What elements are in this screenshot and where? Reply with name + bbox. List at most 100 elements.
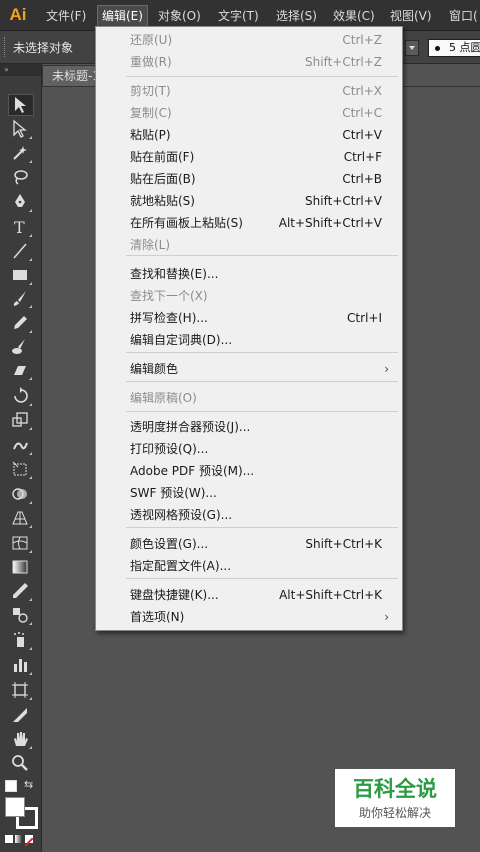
flyout-indicator-icon — [29, 209, 32, 212]
flyout-indicator-icon — [29, 746, 32, 749]
artboard-tool[interactable] — [8, 680, 32, 700]
default-colors-icon[interactable] — [5, 780, 17, 792]
color-mode-button[interactable] — [5, 835, 13, 843]
menu-separator — [126, 411, 398, 412]
menu-item-8[interactable]: 在所有画板上粘贴(S) Alt+Shift+Ctrl+V — [96, 212, 402, 234]
warp-tool[interactable] — [8, 435, 32, 455]
svg-text:T: T — [14, 218, 25, 237]
menu-item-label: 编辑颜色 — [130, 362, 179, 376]
stroke-profile-label: 5 点圆 — [449, 41, 480, 54]
menu-item-label: 重做(R) — [130, 55, 172, 69]
fill-swatch[interactable] — [5, 797, 25, 817]
stroke-dropdown-button[interactable] — [405, 40, 419, 56]
app-logo: Ai — [9, 5, 27, 24]
slice-icon — [13, 708, 27, 722]
menu-item-10[interactable]: 查找和替换(E)... — [96, 263, 402, 285]
menu-select[interactable]: 选择(S) — [276, 6, 317, 26]
direct-selection-icon — [13, 119, 27, 138]
gradient-mode-button[interactable] — [15, 835, 23, 843]
hand-tool[interactable] — [8, 729, 32, 749]
menu-item-16[interactable]: 透明度拼合器预设(J)... — [96, 416, 402, 438]
swap-colors-icon[interactable]: ⇆ — [24, 778, 33, 791]
menu-type[interactable]: 文字(T) — [218, 6, 259, 26]
menu-item-13[interactable]: 编辑自定词典(D)... — [96, 329, 402, 351]
free-transform-tool[interactable] — [8, 459, 32, 479]
type-tool[interactable]: T — [8, 217, 32, 237]
selection-tool[interactable] — [8, 94, 34, 116]
tools-panel: » T ⇆ — [0, 64, 42, 852]
magic-wand-tool[interactable] — [8, 143, 32, 163]
menu-item-21[interactable]: 颜色设置(G)... Shift+Ctrl+K — [96, 533, 402, 555]
menu-item-22[interactable]: 指定配置文件(A)... — [96, 555, 402, 577]
slice-tool[interactable] — [8, 705, 32, 725]
menu-item-label: 首选项(N) — [130, 610, 185, 624]
magic-wand-icon — [13, 146, 27, 160]
direct-selection-tool[interactable] — [8, 119, 32, 139]
menu-item-12[interactable]: 拼写检查(H)... Ctrl+I — [96, 307, 402, 329]
gradient-tool[interactable] — [8, 557, 32, 577]
perspective-grid-tool[interactable] — [8, 508, 32, 528]
flyout-indicator-icon — [29, 501, 32, 504]
menu-item-14[interactable]: 编辑颜色 › — [96, 358, 402, 380]
menu-item-label: 清除(L) — [130, 238, 171, 252]
menu-effect[interactable]: 效果(C) — [333, 6, 375, 26]
pencil-tool[interactable] — [8, 313, 32, 333]
zoom-tool[interactable] — [8, 753, 32, 773]
menu-item-7[interactable]: 就地粘贴(S) Shift+Ctrl+V — [96, 190, 402, 212]
scale-tool[interactable] — [8, 410, 32, 430]
rotate-tool[interactable] — [8, 386, 32, 406]
artboard-icon — [12, 682, 28, 698]
column-graph-tool[interactable] — [8, 655, 32, 675]
symbol-sprayer-tool[interactable] — [8, 630, 32, 650]
rectangle-tool[interactable] — [8, 265, 32, 285]
eyedropper-tool[interactable] — [8, 581, 32, 601]
flyout-indicator-icon — [29, 160, 32, 163]
menu-item-23[interactable]: 键盘快捷键(K)... Alt+Shift+Ctrl+K — [96, 584, 402, 606]
menu-item-4[interactable]: 粘贴(P) Ctrl+V — [96, 124, 402, 146]
pen-icon — [15, 194, 25, 207]
menu-edit[interactable]: 编辑(E) — [97, 5, 148, 26]
menu-item-6[interactable]: 贴在后面(B) Ctrl+B — [96, 168, 402, 190]
menu-item-5[interactable]: 贴在前面(F) Ctrl+F — [96, 146, 402, 168]
blob-brush-tool[interactable] — [8, 336, 32, 356]
menu-object[interactable]: 对象(O) — [158, 6, 201, 26]
menu-item-shortcut: Ctrl+B — [342, 172, 382, 186]
menu-item-11: 查找下一个(X) — [96, 285, 402, 307]
selection-icon — [15, 97, 26, 113]
blend-tool[interactable] — [8, 605, 32, 625]
none-mode-button[interactable] — [24, 835, 34, 847]
perspective-grid-icon — [12, 511, 28, 525]
watermark-title: 百科全说 — [353, 777, 437, 801]
line-segment-tool[interactable] — [8, 241, 32, 261]
paintbrush-tool[interactable] — [8, 288, 32, 308]
menu-file[interactable]: 文件(F) — [46, 6, 86, 26]
menu-window[interactable]: 窗口( — [449, 6, 478, 26]
flyout-indicator-icon — [29, 598, 32, 601]
menu-item-17[interactable]: 打印预设(Q)... — [96, 438, 402, 460]
watermark-logo: 百科全说 助你轻松解决 — [335, 769, 455, 827]
menu-item-18[interactable]: Adobe PDF 预设(M)... — [96, 460, 402, 482]
menu-item-shortcut: Shift+Ctrl+V — [305, 194, 382, 208]
mesh-icon — [12, 536, 28, 550]
paintbrush-icon — [13, 291, 26, 306]
lasso-tool[interactable] — [8, 167, 32, 187]
mesh-tool[interactable] — [8, 533, 32, 553]
menu-item-20[interactable]: 透视网格预设(G)... — [96, 504, 402, 526]
flyout-indicator-icon — [29, 282, 32, 285]
menu-item-24[interactable]: 首选项(N) › — [96, 606, 402, 628]
menu-item-19[interactable]: SWF 预设(W)... — [96, 482, 402, 504]
flyout-indicator-icon — [29, 452, 32, 455]
menu-view[interactable]: 视图(V) — [390, 6, 432, 26]
shape-builder-tool[interactable] — [8, 484, 32, 504]
panel-grip[interactable] — [4, 37, 8, 57]
menu-separator — [126, 352, 398, 353]
eraser-tool[interactable] — [8, 360, 32, 380]
brush-dot-icon — [435, 46, 440, 51]
stroke-profile-field[interactable]: 5 点圆 — [428, 39, 480, 57]
menu-item-shortcut: Ctrl+X — [342, 84, 382, 98]
eyedropper-icon — [13, 583, 28, 598]
free-transform-icon — [12, 461, 27, 476]
tools-panel-collapse[interactable]: » — [0, 64, 41, 76]
pen-tool[interactable] — [8, 192, 32, 212]
chevron-right-icon: › — [384, 610, 389, 624]
